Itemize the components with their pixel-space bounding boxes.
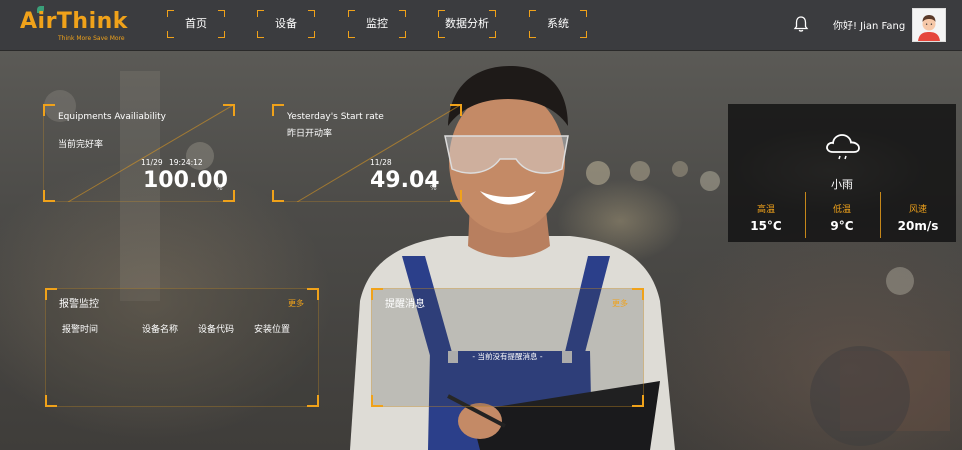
wind-value: 20m/s (897, 219, 939, 233)
avatar[interactable] (912, 8, 946, 42)
start-rate-title-en: Yesterday's Start rate (287, 112, 384, 122)
bell-icon[interactable] (793, 15, 809, 33)
user-avatar-icon (918, 15, 940, 41)
weather-wind: 风速 20m/s (880, 202, 956, 233)
brand-name: AirThink (20, 9, 128, 34)
weather-condition: 小雨 (831, 178, 853, 191)
cloud-rain-icon (826, 134, 860, 160)
availability-card: Equipments Availiability 当前完好率 11/29 19:… (43, 104, 235, 202)
weather-widget: 小雨 高温 15°C 低温 9°C 风速 20m/s (728, 104, 956, 242)
low-temp-value: 9°C (830, 219, 854, 233)
nav-monitor[interactable]: 监控 (348, 10, 406, 38)
high-temp-value: 15°C (750, 219, 782, 233)
availability-title-en: Equipments Availiability (58, 112, 166, 122)
availability-time: 19:24:12 (169, 158, 203, 167)
start-rate-title-zh: 昨日开动率 (287, 129, 333, 139)
column-header-install-location: 安装位置 (254, 325, 291, 335)
nav-devices-label: 设备 (275, 17, 297, 30)
reminder-more-link[interactable]: 更多 (612, 298, 628, 309)
weather-low-temp: 低温 9°C (804, 202, 880, 233)
nav-system-label: 系统 (547, 17, 569, 30)
user-greeting: 你好! Jian Fang (833, 21, 906, 32)
reminder-title: 提醒消息 (385, 299, 425, 310)
start-rate-unit: % (430, 184, 437, 192)
nav-home-label: 首页 (185, 17, 207, 30)
column-header-device-name: 设备名称 (142, 325, 179, 335)
start-rate-card: Yesterday's Start rate 昨日开动率 11/28 49.04… (272, 104, 462, 202)
nav-data-analysis-label: 数据分析 (445, 17, 489, 30)
alarm-monitor-title: 报警监控 (59, 299, 99, 310)
nav-home[interactable]: 首页 (167, 10, 225, 38)
wind-label: 风速 (908, 205, 927, 215)
nav-system[interactable]: 系统 (529, 10, 587, 38)
nav-monitor-label: 监控 (366, 17, 388, 30)
alarm-more-link[interactable]: 更多 (288, 298, 304, 309)
top-header: AirThink Think More Save More 首页 设备 监控 数… (0, 0, 962, 51)
alarm-monitor-panel: 报警监控 更多 报警时间 设备名称 设备代码 安装位置 (45, 288, 319, 407)
airthink-logo[interactable]: AirThink Think More Save More (20, 6, 127, 42)
brand-tagline: Think More Save More (58, 35, 125, 42)
low-temp-label: 低温 (832, 205, 851, 215)
column-header-device-code: 设备代码 (198, 325, 235, 335)
availability-date: 11/29 (141, 158, 163, 167)
nav-data-analysis[interactable]: 数据分析 (438, 10, 496, 38)
availability-title-zh: 当前完好率 (58, 140, 104, 150)
nav-devices[interactable]: 设备 (257, 10, 315, 38)
availability-unit: % (216, 184, 223, 192)
reminder-empty-message: - 当前没有提醒消息 - (472, 352, 543, 361)
start-rate-date: 11/28 (370, 158, 392, 167)
reminder-panel: 提醒消息 更多 - 当前没有提醒消息 - (371, 288, 644, 407)
high-temp-label: 高温 (756, 205, 775, 215)
weather-high-temp: 高温 15°C (728, 202, 804, 233)
column-header-alarm-time: 报警时间 (62, 325, 99, 335)
